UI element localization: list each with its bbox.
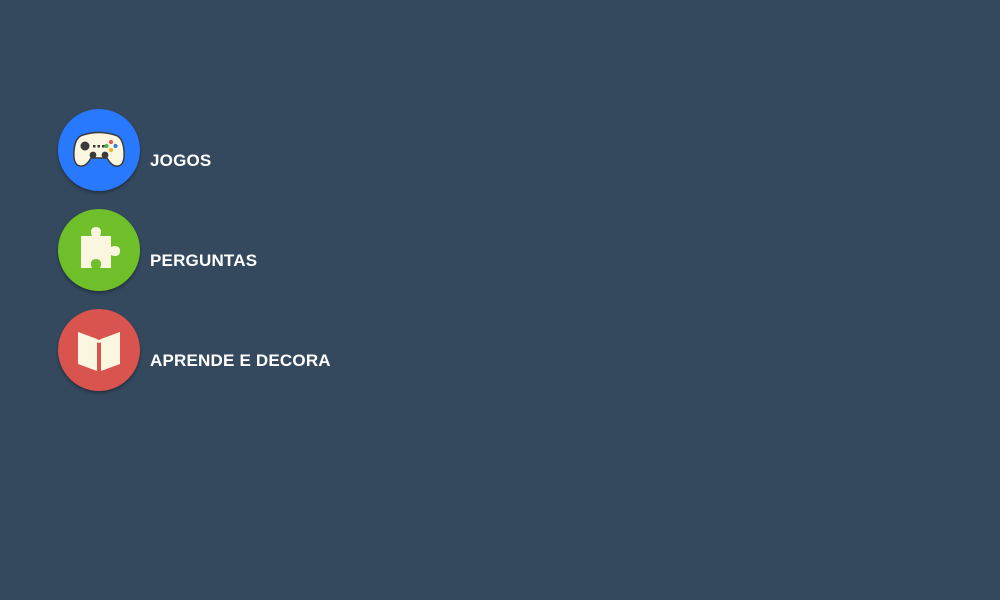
menu-item-aprende[interactable]: APRENDE E DECORA	[58, 308, 458, 392]
book-icon	[78, 332, 120, 371]
perguntas-icon-circle[interactable]	[58, 209, 140, 291]
puzzle-icon	[81, 227, 120, 268]
menu-item-label: JOGOS	[150, 151, 212, 170]
menu-item-perguntas[interactable]: PERGUNTAS	[58, 208, 458, 292]
menu-item-jogos[interactable]: JOGOS	[58, 108, 458, 192]
gamepad-icon	[73, 131, 125, 167]
main-menu: JOGOS PERGUNTAS APRENDE E DECORA	[58, 108, 458, 408]
menu-item-label: PERGUNTAS	[150, 251, 258, 270]
jogos-icon-circle[interactable]	[58, 109, 140, 191]
menu-item-label: APRENDE E DECORA	[150, 351, 331, 370]
aprende-icon-circle[interactable]	[58, 309, 140, 391]
